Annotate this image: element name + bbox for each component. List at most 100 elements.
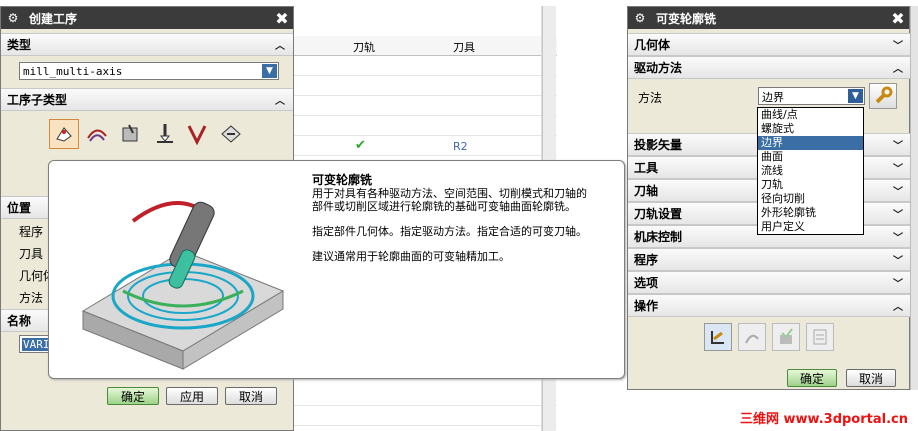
fixed-axis-icon[interactable] <box>153 122 177 146</box>
tooltip-instructions: 指定部件几何体。指定驱动方法。指定合适的可变刀轴。 <box>312 225 587 238</box>
close-icon[interactable]: ✖ <box>273 9 291 28</box>
dropdown-option[interactable]: 径向切削 <box>758 192 863 206</box>
section-tool-label: 工具 <box>634 161 659 175</box>
dropdown-option[interactable]: 外形轮廓铣 <box>758 206 863 220</box>
dialog-titlebar[interactable]: ⚙ 可变轮廓铣 ✖ <box>628 7 909 29</box>
edge-scrollbar[interactable] <box>910 6 918 390</box>
dropdown-option[interactable]: 用户定义 <box>758 220 863 234</box>
section-subtype-label: 工序子类型 <box>7 93 68 107</box>
close-icon[interactable]: ✖ <box>889 9 907 28</box>
method-label: 方法 <box>19 291 44 305</box>
gear-icon[interactable]: ⚙ <box>5 10 21 26</box>
ok-button[interactable]: 确定 <box>107 387 159 405</box>
chevron-down-icon[interactable]: ﹀ <box>891 253 905 267</box>
chevron-down-icon[interactable]: ▼ <box>262 64 277 78</box>
section-subtype[interactable]: 工序子类型 ︿ <box>1 88 293 111</box>
chevron-down-icon[interactable]: ﹀ <box>891 230 905 244</box>
operations-toolbar <box>628 317 911 357</box>
chevron-down-icon[interactable]: ﹀ <box>891 161 905 175</box>
navigator-header: 刀轨 刀具 <box>293 36 557 56</box>
ok-button[interactable]: 确定 <box>787 369 837 387</box>
section-drive-method[interactable]: 驱动方法 ︿ <box>628 56 911 79</box>
section-drive-method-label: 驱动方法 <box>634 61 683 75</box>
dialog-title: 创建工序 <box>29 11 78 26</box>
chevron-down-icon[interactable]: ▼ <box>848 89 863 103</box>
type-row: mill_multi-axis ▼ <box>1 56 293 84</box>
tooltip-description-line2: 部件或切削区域进行轮廓铣的基础可变轴曲面轮廓铣。 <box>312 200 576 213</box>
generic-motion-icon[interactable] <box>219 122 243 146</box>
chevron-down-icon[interactable]: ﹀ <box>891 184 905 198</box>
watermark-logo: 三维网 www.3dportal.cn <box>739 412 908 427</box>
variable-contour-illustration <box>81 201 285 370</box>
wrench-icon[interactable] <box>869 83 897 109</box>
cancel-button[interactable]: 取消 <box>225 387 277 405</box>
dialog-titlebar[interactable]: ⚙ 创建工序 ✖ <box>1 7 293 29</box>
method-dropdown-list[interactable]: 曲线/点 螺旋式 边界 曲面 流线 刀轨 径向切削 外形轮廓铣 用户定义 <box>757 107 864 235</box>
streamline-icon[interactable] <box>85 122 109 146</box>
chevron-down-icon[interactable]: ﹀ <box>891 207 905 221</box>
apply-button[interactable]: 应用 <box>166 387 218 405</box>
program-label: 程序 <box>19 225 44 239</box>
tooltip-recommendation: 建议通常用于轮廓曲面的可变轴精加工。 <box>312 250 510 263</box>
column-header-tool[interactable]: 刀具 <box>453 39 475 55</box>
dropdown-option[interactable]: 流线 <box>758 164 863 178</box>
section-type-label: 类型 <box>7 38 32 52</box>
dropdown-option-selected[interactable]: 边界 <box>758 136 863 150</box>
table-row[interactable] <box>293 116 557 136</box>
table-row[interactable] <box>293 76 557 96</box>
tool-cell: R2 <box>453 140 468 153</box>
cancel-button[interactable]: 取消 <box>846 369 896 387</box>
section-geometry[interactable]: 几何体 ﹀ <box>628 33 911 56</box>
table-row[interactable] <box>293 96 557 116</box>
table-row[interactable]: ✔ R2 <box>293 136 557 156</box>
operation-tooltip: 可变轮廓铣 用于对具有各种驱动方法、空间范围、切削模式和刀轴的 部件或切削区域进… <box>48 160 625 379</box>
section-program-label: 程序 <box>634 253 659 267</box>
chevron-up-icon[interactable]: ︿ <box>273 93 287 107</box>
dropdown-option[interactable]: 刀轨 <box>758 178 863 192</box>
dialog-title: 可变轮廓铣 <box>656 11 717 26</box>
method-select[interactable]: 边界 ▼ <box>758 87 865 105</box>
chevron-down-icon[interactable]: ﹀ <box>891 138 905 152</box>
replay-icon[interactable] <box>738 323 766 351</box>
dropdown-option[interactable]: 曲线/点 <box>758 108 863 122</box>
tooltip-description-line1: 用于对具有各种驱动方法、空间范围、切削模式和刀轴的 <box>312 187 587 200</box>
gear-icon[interactable]: ⚙ <box>632 10 648 26</box>
generate-icon[interactable] <box>704 323 732 351</box>
chevron-down-icon[interactable]: ﹀ <box>891 276 905 290</box>
method-label: 方法 <box>638 91 663 105</box>
verify-icon[interactable] <box>772 323 800 351</box>
section-projection-label: 投影矢量 <box>634 138 683 152</box>
table-row[interactable] <box>293 406 557 426</box>
section-machine-control-label: 机床控制 <box>634 230 683 244</box>
section-program[interactable]: 程序 ﹀ <box>628 248 911 271</box>
section-operations-label: 操作 <box>634 299 659 313</box>
table-row[interactable] <box>293 386 557 406</box>
column-header-toolpath[interactable]: 刀轨 <box>353 39 375 55</box>
section-name-label: 名称 <box>7 314 32 328</box>
variable-contour-icon[interactable] <box>49 119 79 149</box>
section-type[interactable]: 类型 ︿ <box>1 33 293 56</box>
contour-profile-icon[interactable] <box>119 122 143 146</box>
tool-label: 刀具 <box>19 247 44 261</box>
chevron-down-icon[interactable]: ﹀ <box>891 38 905 52</box>
chevron-up-icon[interactable]: ︿ <box>891 61 905 75</box>
section-location-label: 位置 <box>7 201 32 215</box>
tooltip-title: 可变轮廓铣 <box>312 173 373 187</box>
dropdown-option[interactable]: 曲面 <box>758 150 863 164</box>
name-input-value: VARI <box>22 338 51 351</box>
tool-icon[interactable] <box>185 122 209 146</box>
section-options-label: 选项 <box>634 276 659 290</box>
section-path-settings-label: 刀轨设置 <box>634 207 683 221</box>
section-options[interactable]: 选项 ﹀ <box>628 271 911 294</box>
type-select-value: mill_multi-axis <box>23 65 123 78</box>
type-select[interactable]: mill_multi-axis ▼ <box>19 62 279 80</box>
chevron-up-icon[interactable]: ︿ <box>891 299 905 313</box>
section-operations[interactable]: 操作 ︿ <box>628 294 911 317</box>
table-row[interactable] <box>293 56 557 76</box>
method-select-value: 边界 <box>762 91 784 104</box>
dropdown-option[interactable]: 螺旋式 <box>758 122 863 136</box>
section-geometry-label: 几何体 <box>634 38 671 52</box>
list-icon[interactable] <box>806 323 834 351</box>
chevron-up-icon[interactable]: ︿ <box>273 38 287 52</box>
check-icon: ✔ <box>355 138 366 153</box>
